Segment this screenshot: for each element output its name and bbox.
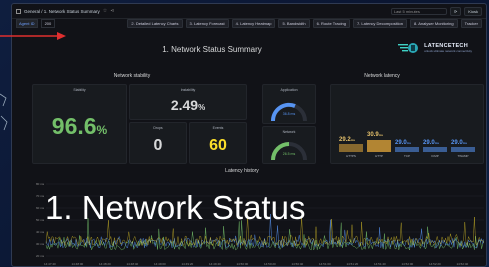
logo-mark-icon xyxy=(398,43,419,53)
y-tick: 60 ms xyxy=(36,206,45,210)
history-section-title: Latency history xyxy=(225,168,259,174)
drops-panel[interactable]: Drops 0 xyxy=(129,122,187,164)
x-tick: 14:49:20 xyxy=(181,262,194,266)
x-tick: 14:51:40 xyxy=(374,262,386,266)
x-tick: 14:48:40 xyxy=(126,262,139,266)
drops-label: Drops xyxy=(153,126,163,130)
bar-value-tcp: 29.0ms xyxy=(395,140,412,146)
y-tick: 70 ms xyxy=(36,194,45,198)
dashboard-link-6[interactable]: 6. Route Tracing xyxy=(312,19,350,28)
y-tick: 40 ms xyxy=(36,230,45,234)
share-icon[interactable]: ⋖ xyxy=(110,8,114,14)
x-tick: 14:50:00 xyxy=(236,262,249,266)
partial-slide-graphic xyxy=(0,93,8,131)
dashboard-link-4[interactable]: 4. Latency Heatmap xyxy=(231,19,276,28)
kiosk-button[interactable]: Kiosk xyxy=(464,6,482,16)
stability-section-title: Network stability xyxy=(113,73,151,79)
x-tick: 14:51:20 xyxy=(346,262,359,266)
bar-value-https: 29.2ms xyxy=(339,137,356,143)
x-tick: 14:50:40 xyxy=(291,262,304,266)
x-tick: 14:48:00 xyxy=(71,262,84,266)
x-tick: 14:50:20 xyxy=(264,262,276,266)
events-label: Events xyxy=(212,126,224,130)
bar-label-tcp: TCP xyxy=(404,154,410,158)
latency-bar-chart xyxy=(339,140,475,152)
x-tick: 14:52:00 xyxy=(401,262,414,266)
agent-id-select[interactable]: 200 xyxy=(40,19,56,28)
y-tick: 20 ms xyxy=(36,254,45,258)
instability-panel[interactable]: Instability 2.49% xyxy=(129,84,247,120)
y-tick: 50 ms xyxy=(36,218,45,222)
bar-value-twamp: 29.0ms xyxy=(451,140,468,146)
star-icon[interactable]: ☆ xyxy=(103,8,107,14)
dashboard-link-2[interactable]: 2. Detailed Latency Charts xyxy=(127,19,183,28)
refresh-button[interactable]: ⟳ xyxy=(449,6,462,16)
x-tick: 14:51:00 xyxy=(319,262,331,266)
bar-label-icmp: ICMP xyxy=(431,154,439,158)
instability-label: Instability xyxy=(180,88,196,92)
time-range-picker[interactable]: Last 5 minutes xyxy=(390,7,447,15)
latency-section-title: Network latency xyxy=(364,73,400,79)
x-tick: 14:48:20 xyxy=(99,262,111,266)
bar-value-icmp: 29.0ms xyxy=(423,140,440,146)
bar-label-twamp: TWAMP xyxy=(457,154,469,158)
overlay-caption: 1. Network Status xyxy=(45,189,306,226)
network-gauge-panel[interactable]: Network 26.5 ms xyxy=(262,126,316,164)
bar-label-https: HTTPS xyxy=(346,154,356,158)
events-panel[interactable]: Events 60 xyxy=(189,122,247,164)
network-gauge xyxy=(271,142,307,161)
bar-twamp xyxy=(451,147,475,152)
x-tick: 14:49:00 xyxy=(154,262,166,266)
page-title: 1. Network Status Summary xyxy=(162,45,262,54)
variables-bar: Agent ID 200 2. Detailed Latency Charts … xyxy=(12,18,486,29)
latency-bars-panel[interactable]: 29.2ms 30.9ms 29.0ms 29.0ms 29.0ms HTTPS… xyxy=(330,84,484,164)
x-tick: 14:52:20 xyxy=(429,262,441,266)
bar-tcp xyxy=(395,147,419,152)
dashboard-link-5[interactable]: 5. Bandwidth xyxy=(278,19,310,28)
x-tick: 14:49:40 xyxy=(209,262,221,266)
title-row: 1. Network Status Summary LATENCETECH un… xyxy=(12,40,486,60)
x-tick: 14:52:40 xyxy=(456,262,469,266)
network-value: 26.5 ms xyxy=(282,152,296,156)
latencetech-logo: LATENCETECH unlock ultimate network conn… xyxy=(398,42,472,54)
grafana-window: General / 1. Network Status Summary ☆ ⋖ … xyxy=(11,3,487,267)
bar-label-http: HTTP xyxy=(375,154,383,158)
application-gauge-panel[interactable]: Application 36.8 ms xyxy=(262,84,316,124)
application-value: 36.8 ms xyxy=(282,112,296,116)
application-label: Application xyxy=(280,88,298,92)
logo-tagline: unlock ultimate network connectivity xyxy=(424,49,472,53)
events-value: 60 xyxy=(209,137,227,154)
instability-value: 2.49% xyxy=(170,97,206,113)
top-navigation-bar: General / 1. Network Status Summary ☆ ⋖ … xyxy=(12,4,486,19)
bar-http xyxy=(367,140,391,152)
dashboard-link-3[interactable]: 3. Latency Forecast xyxy=(185,19,229,28)
breadcrumb[interactable]: General / 1. Network Status Summary xyxy=(24,9,100,14)
y-tick: 30 ms xyxy=(36,242,45,246)
dashboard-link-7[interactable]: 7. Latency Decomposition xyxy=(352,19,407,28)
stability-panel[interactable]: Stability 96.6% xyxy=(32,84,127,164)
application-gauge xyxy=(270,102,307,122)
stability-label: Stability xyxy=(73,88,86,92)
bar-https xyxy=(339,144,363,152)
y-tick: 80 ms xyxy=(36,182,45,186)
bar-icmp xyxy=(423,147,447,152)
stability-value: 96.6% xyxy=(51,113,108,139)
drops-value: 0 xyxy=(153,137,163,154)
dashboard-link-tracker[interactable]: Tracker xyxy=(460,19,482,28)
variable-label: Agent ID xyxy=(16,19,38,28)
red-pointer-arrow xyxy=(0,32,66,40)
apps-grid-icon[interactable] xyxy=(16,8,21,14)
bar-value-http: 30.9ms xyxy=(367,132,384,138)
dashboard-link-8[interactable]: 8. Analyser Monitoring xyxy=(410,19,458,28)
x-tick: 14:47:40 xyxy=(44,262,56,266)
